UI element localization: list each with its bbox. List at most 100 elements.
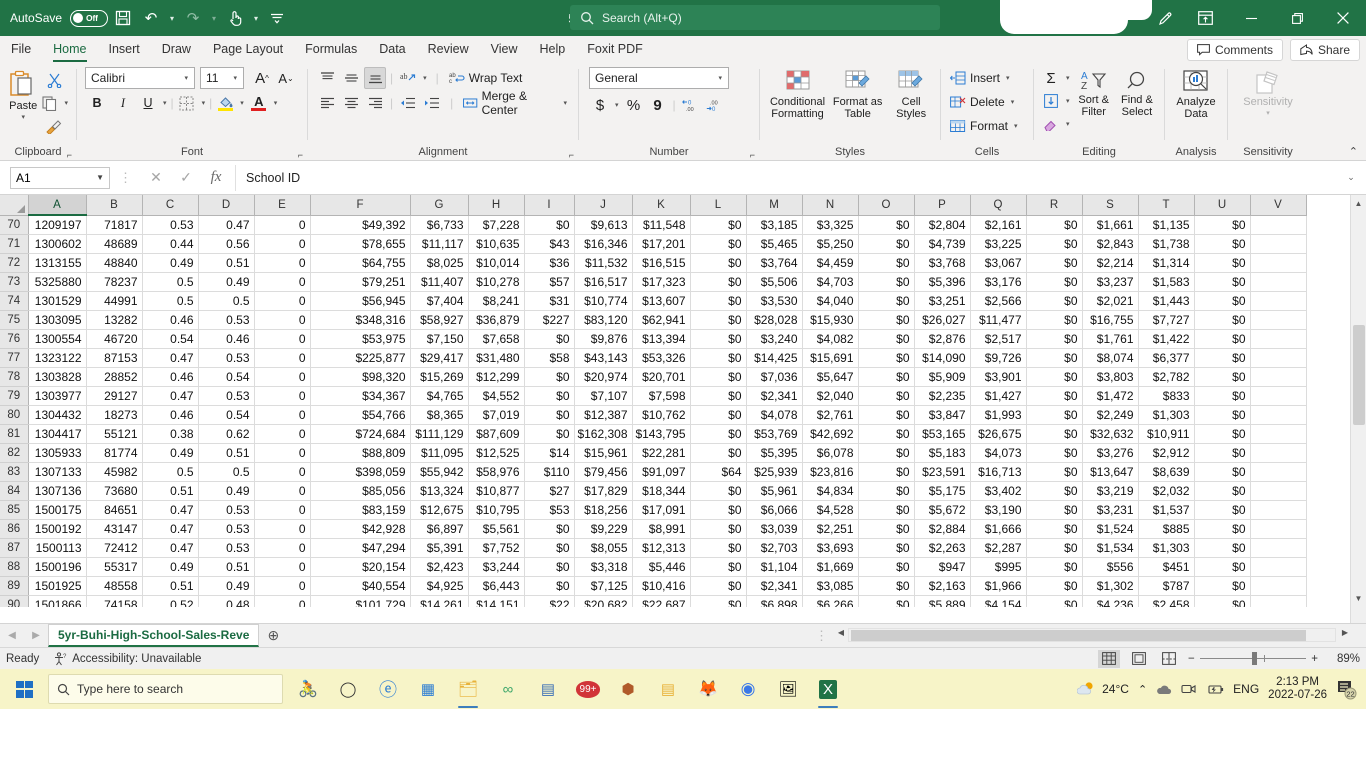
table-row[interactable]: 78 1303828 28852 0.46 0.54 0 $98,320 $15,269 $12… — [0, 367, 1307, 387]
cell-B75[interactable]: 13282 — [86, 310, 143, 330]
cell-L77[interactable]: $0 — [690, 348, 747, 368]
cell-B73[interactable]: 78237 — [86, 272, 143, 292]
cell-B82[interactable]: 81774 — [86, 443, 143, 463]
cell-S71[interactable]: $2,843 — [1082, 234, 1139, 254]
taskbar-clock[interactable]: 2:13 PM 2022-07-26 — [1268, 676, 1327, 702]
align-center-icon[interactable] — [340, 92, 362, 114]
cell-C82[interactable]: 0.49 — [142, 443, 199, 463]
table-row[interactable]: 72 1313155 48840 0.49 0.51 0 $64,755 $8,025 $10,… — [0, 253, 1307, 273]
cell-E88[interactable]: 0 — [254, 557, 311, 577]
cell-F88[interactable]: $20,154 — [310, 557, 411, 577]
cell-N78[interactable]: $5,647 — [802, 367, 859, 387]
cell-G86[interactable]: $6,897 — [410, 519, 469, 539]
cell-R77[interactable]: $0 — [1026, 348, 1083, 368]
cell-P73[interactable]: $5,396 — [914, 272, 971, 292]
cell-B78[interactable]: 28852 — [86, 367, 143, 387]
table-row[interactable]: 79 1303977 29127 0.47 0.53 0 $34,367 $4,765 $4,5… — [0, 386, 1307, 406]
format-cells-dropdown-icon[interactable]: ▾ — [1012, 122, 1020, 130]
table-row[interactable]: 88 1500196 55317 0.49 0.51 0 $20,154 $2,423 $3,2… — [0, 557, 1307, 577]
cell-C74[interactable]: 0.5 — [142, 291, 199, 311]
cell-A83[interactable]: 1307133 — [28, 462, 87, 482]
cell-V80[interactable] — [1250, 405, 1307, 425]
cell-J82[interactable]: $15,961 — [574, 443, 633, 463]
cell-H74[interactable]: $8,241 — [468, 291, 525, 311]
cell-N75[interactable]: $15,930 — [802, 310, 859, 330]
row-header-74[interactable]: 74 — [0, 291, 29, 311]
cell-O71[interactable]: $0 — [858, 234, 915, 254]
cell-E87[interactable]: 0 — [254, 538, 311, 558]
cell-A75[interactable]: 1303095 — [28, 310, 87, 330]
table-row[interactable]: 87 1500113 72412 0.47 0.53 0 $47,294 $5,391 $7,7… — [0, 538, 1307, 558]
cell-U70[interactable]: $0 — [1194, 215, 1251, 235]
column-header-j[interactable]: J — [574, 195, 633, 216]
cell-Q74[interactable]: $2,566 — [970, 291, 1027, 311]
cell-I81[interactable]: $0 — [524, 424, 575, 444]
cell-I84[interactable]: $27 — [524, 481, 575, 501]
merge-center-button[interactable]: Merge & Center ▾ — [460, 89, 572, 117]
tab-view[interactable]: View — [480, 37, 529, 63]
cell-J70[interactable]: $9,613 — [574, 215, 633, 235]
font-size-input[interactable]: 11 ▾ — [200, 67, 244, 89]
cell-J86[interactable]: $9,229 — [574, 519, 633, 539]
cell-H84[interactable]: $10,877 — [468, 481, 525, 501]
cell-T78[interactable]: $2,782 — [1138, 367, 1195, 387]
cell-P78[interactable]: $5,909 — [914, 367, 971, 387]
cell-R90[interactable]: $0 — [1026, 595, 1083, 607]
cell-H70[interactable]: $7,228 — [468, 215, 525, 235]
cell-M90[interactable]: $6,898 — [746, 595, 803, 607]
cell-I85[interactable]: $53 — [524, 500, 575, 520]
sticky-notes-icon[interactable]: ▤ — [649, 669, 687, 709]
cell-H76[interactable]: $7,658 — [468, 329, 525, 349]
cell-J81[interactable]: $162,308 — [574, 424, 633, 444]
cell-O82[interactable]: $0 — [858, 443, 915, 463]
normal-view-icon[interactable] — [1098, 649, 1120, 668]
microsoft-store-icon[interactable]: ▦ — [409, 669, 447, 709]
table-row[interactable]: 85 1500175 84651 0.47 0.53 0 $83,159 $12,675 $10… — [0, 500, 1307, 520]
cell-C86[interactable]: 0.47 — [142, 519, 199, 539]
cell-S73[interactable]: $3,237 — [1082, 272, 1139, 292]
cell-R78[interactable]: $0 — [1026, 367, 1083, 387]
cell-D81[interactable]: 0.62 — [198, 424, 255, 444]
cell-A72[interactable]: 1313155 — [28, 253, 87, 273]
cell-I71[interactable]: $43 — [524, 234, 575, 254]
cell-L79[interactable]: $0 — [690, 386, 747, 406]
cell-D71[interactable]: 0.56 — [198, 234, 255, 254]
cell-E82[interactable]: 0 — [254, 443, 311, 463]
restore-icon[interactable] — [1274, 0, 1320, 36]
column-header-c[interactable]: C — [142, 195, 199, 216]
cell-K89[interactable]: $10,416 — [632, 576, 691, 596]
cell-P82[interactable]: $5,183 — [914, 443, 971, 463]
cell-D88[interactable]: 0.51 — [198, 557, 255, 577]
align-top-icon[interactable] — [316, 67, 338, 89]
formula-input[interactable]: School ID — [235, 164, 1340, 191]
cell-U83[interactable]: $0 — [1194, 462, 1251, 482]
vertical-scroll-thumb[interactable] — [1353, 325, 1365, 425]
cell-M76[interactable]: $3,240 — [746, 329, 803, 349]
cell-G89[interactable]: $4,925 — [410, 576, 469, 596]
cancel-icon[interactable]: ✕ — [141, 166, 171, 190]
row-header-81[interactable]: 81 — [0, 424, 29, 444]
minimize-icon[interactable] — [1228, 0, 1274, 36]
cell-H80[interactable]: $7,019 — [468, 405, 525, 425]
cell-B88[interactable]: 55317 — [86, 557, 143, 577]
cell-M72[interactable]: $3,764 — [746, 253, 803, 273]
table-row[interactable]: 81 1304417 55121 0.38 0.62 0 $724,684 $111,129 $… — [0, 424, 1307, 444]
copy-button[interactable] — [38, 92, 60, 114]
cell-O76[interactable]: $0 — [858, 329, 915, 349]
cell-T76[interactable]: $1,422 — [1138, 329, 1195, 349]
cell-S79[interactable]: $1,472 — [1082, 386, 1139, 406]
cell-F70[interactable]: $49,392 — [310, 215, 411, 235]
column-header-i[interactable]: I — [524, 195, 575, 216]
cell-V75[interactable] — [1250, 310, 1307, 330]
cell-I89[interactable]: $0 — [524, 576, 575, 596]
cortana-widget-icon[interactable]: 🚴 — [289, 669, 327, 709]
cell-V88[interactable] — [1250, 557, 1307, 577]
cell-O70[interactable]: $0 — [858, 215, 915, 235]
autosum-dropdown-icon[interactable]: ▾ — [1064, 74, 1072, 82]
cell-K85[interactable]: $17,091 — [632, 500, 691, 520]
cell-S82[interactable]: $3,276 — [1082, 443, 1139, 463]
cell-R82[interactable]: $0 — [1026, 443, 1083, 463]
cell-I80[interactable]: $0 — [524, 405, 575, 425]
cell-H77[interactable]: $31,480 — [468, 348, 525, 368]
cell-D90[interactable]: 0.48 — [198, 595, 255, 607]
